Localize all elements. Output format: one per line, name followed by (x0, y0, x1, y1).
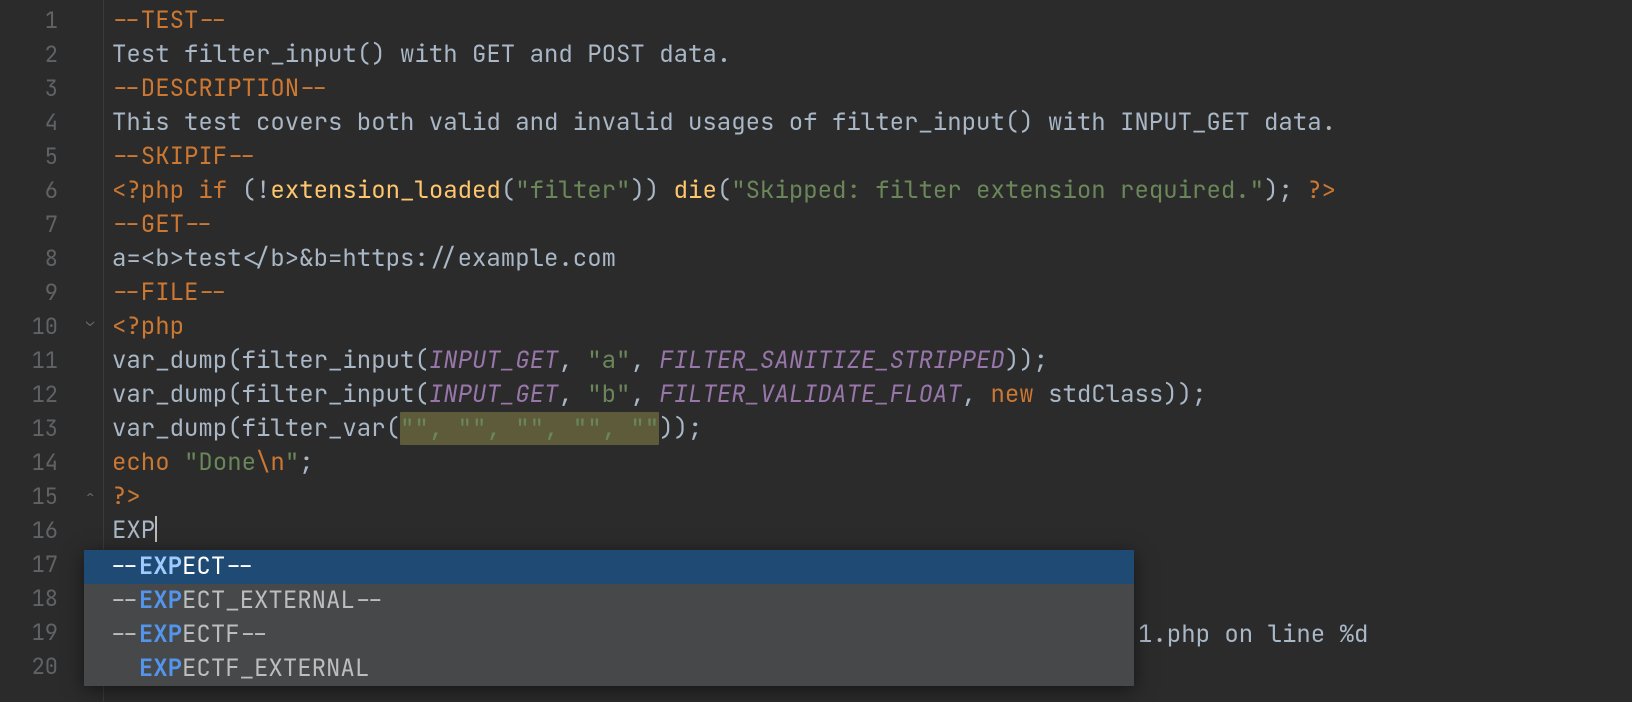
line-number: 13 (0, 412, 88, 446)
punct: ( (717, 175, 731, 206)
keyword-new: new (990, 379, 1048, 410)
constant: FILTER_SANITIZE_STRIPPED (659, 345, 1005, 376)
code-line: var_dump(filter_input(INPUT_GET, "a", FI… (112, 344, 1632, 378)
func-call: die (674, 175, 717, 206)
constant: INPUT_GET (429, 345, 559, 376)
autocomplete-item[interactable]: --EXPECT_EXTERNAL-- (84, 584, 1134, 618)
line-number: 14 (0, 446, 88, 480)
code-text: var_dump(filter_input( (112, 345, 429, 376)
keyword-if: if (198, 175, 241, 206)
punct: ); (1264, 175, 1307, 206)
code-text: 1.php on line %d (1138, 618, 1368, 652)
text-caret (155, 516, 157, 542)
current-line-highlight (0, 276, 1632, 310)
line-number: 9 (0, 276, 88, 310)
fold-start-icon[interactable]: ⌄ (86, 315, 100, 329)
punct: (! (242, 175, 271, 206)
item-prefix (110, 653, 139, 684)
item-prefix: -- (110, 585, 139, 616)
code-editor: 1 2 3 4 5 6 7 8 9 10 11 12 13 14 15 16 1… (0, 0, 1632, 702)
code-text: var_dump(filter_var( (112, 413, 400, 444)
punct: ( (501, 175, 515, 206)
punct: , (558, 345, 587, 376)
section-file: --FILE-- (112, 277, 227, 308)
line-number: 6 (0, 174, 88, 208)
string-literal: "a" (587, 345, 630, 376)
punct: )); (659, 413, 702, 444)
code-text: var_dump(filter_input( (112, 379, 429, 410)
punct: , (558, 379, 587, 410)
item-suffix: ECTF-- (182, 619, 268, 650)
punct: , (630, 345, 659, 376)
item-match: EXP (139, 653, 182, 684)
line-number: 10 (0, 310, 88, 344)
line-number: 12 (0, 378, 88, 412)
line-number: 19 (0, 616, 88, 650)
punct: )); (1005, 345, 1048, 376)
class-name: stdClass (1048, 379, 1163, 410)
item-match: EXP (139, 585, 182, 616)
line-number: 11 (0, 344, 88, 378)
selection: "", "", "", "", "" (400, 412, 659, 445)
punct: , (630, 379, 659, 410)
section-skipif: --SKIPIF-- (112, 141, 256, 172)
line-number: 15 (0, 480, 88, 514)
item-suffix: ECT_EXTERNAL-- (182, 585, 384, 616)
code-line: var_dump(filter_var("", "", "", "", ""))… (112, 412, 1632, 446)
line-number: 4 (0, 106, 88, 140)
line-number: 18 (0, 582, 88, 616)
autocomplete-item[interactable]: EXPECTF_EXTERNAL (84, 652, 1134, 686)
string-literal: "Done (184, 447, 256, 478)
php-open-tag: <?php (112, 311, 184, 342)
code-area[interactable]: --TEST-- Test filter_input() with GET an… (104, 0, 1632, 702)
section-test: --TEST-- (112, 5, 227, 36)
line-number: 17 (0, 548, 88, 582)
item-match: EXP (139, 619, 182, 650)
punct: , (962, 379, 991, 410)
section-description: --DESCRIPTION-- (112, 73, 328, 104)
autocomplete-popup[interactable]: --EXPECT-- --EXPECT_EXTERNAL-- --EXPECTF… (84, 550, 1134, 686)
code-text: a=<b>test</b>&b=https://example.com (112, 243, 616, 274)
item-prefix: -- (110, 619, 139, 650)
php-close-tag: ?> (1307, 175, 1336, 206)
code-line: echo "Done\n"; (112, 446, 1632, 480)
line-number: 5 (0, 140, 88, 174)
line-number: 3 (0, 72, 88, 106)
autocomplete-item[interactable]: --EXPECT-- (84, 550, 1134, 584)
line-number: 7 (0, 208, 88, 242)
php-open-tag: <?php (112, 175, 198, 206)
func-call: extension_loaded (270, 175, 500, 206)
string-literal: "Skipped: filter extension required." (731, 175, 1264, 206)
constant: FILTER_VALIDATE_FLOAT (659, 379, 961, 410)
fold-end-icon[interactable]: ⌃ (86, 490, 100, 504)
line-number: 20 (0, 650, 88, 684)
line-number: 8 (0, 242, 88, 276)
php-close-tag: ?> (112, 481, 141, 512)
item-suffix: ECTF_EXTERNAL (182, 653, 369, 684)
string-literal: " (285, 447, 299, 478)
code-text: This test covers both valid and invalid … (112, 107, 1336, 138)
typed-text: EXP (112, 515, 155, 546)
code-line: var_dump(filter_input(INPUT_GET, "b", FI… (112, 378, 1632, 412)
item-prefix: -- (110, 551, 139, 582)
section-get: --GET-- (112, 209, 213, 240)
item-suffix: ECT-- (182, 551, 254, 582)
punct: ; (299, 447, 313, 478)
item-match: EXP (139, 551, 182, 582)
keyword-echo: echo (112, 447, 184, 478)
constant: INPUT_GET (429, 379, 559, 410)
punct: )) (630, 175, 673, 206)
code-line: <?php if (!extension_loaded("filter")) d… (112, 174, 1632, 208)
string-literal: "b" (587, 379, 630, 410)
escape-sequence: \n (256, 447, 285, 478)
line-number: 2 (0, 38, 88, 72)
code-line-current: EXP (112, 514, 1632, 548)
line-number: 1 (0, 4, 88, 38)
code-text: Test filter_input() with GET and POST da… (112, 39, 731, 70)
line-number: 16 (0, 514, 88, 548)
autocomplete-item[interactable]: --EXPECTF-- (84, 618, 1134, 652)
punct: )); (1163, 379, 1206, 410)
string-literal: "filter" (515, 175, 630, 206)
line-number-gutter: 1 2 3 4 5 6 7 8 9 10 11 12 13 14 15 16 1… (0, 0, 88, 702)
